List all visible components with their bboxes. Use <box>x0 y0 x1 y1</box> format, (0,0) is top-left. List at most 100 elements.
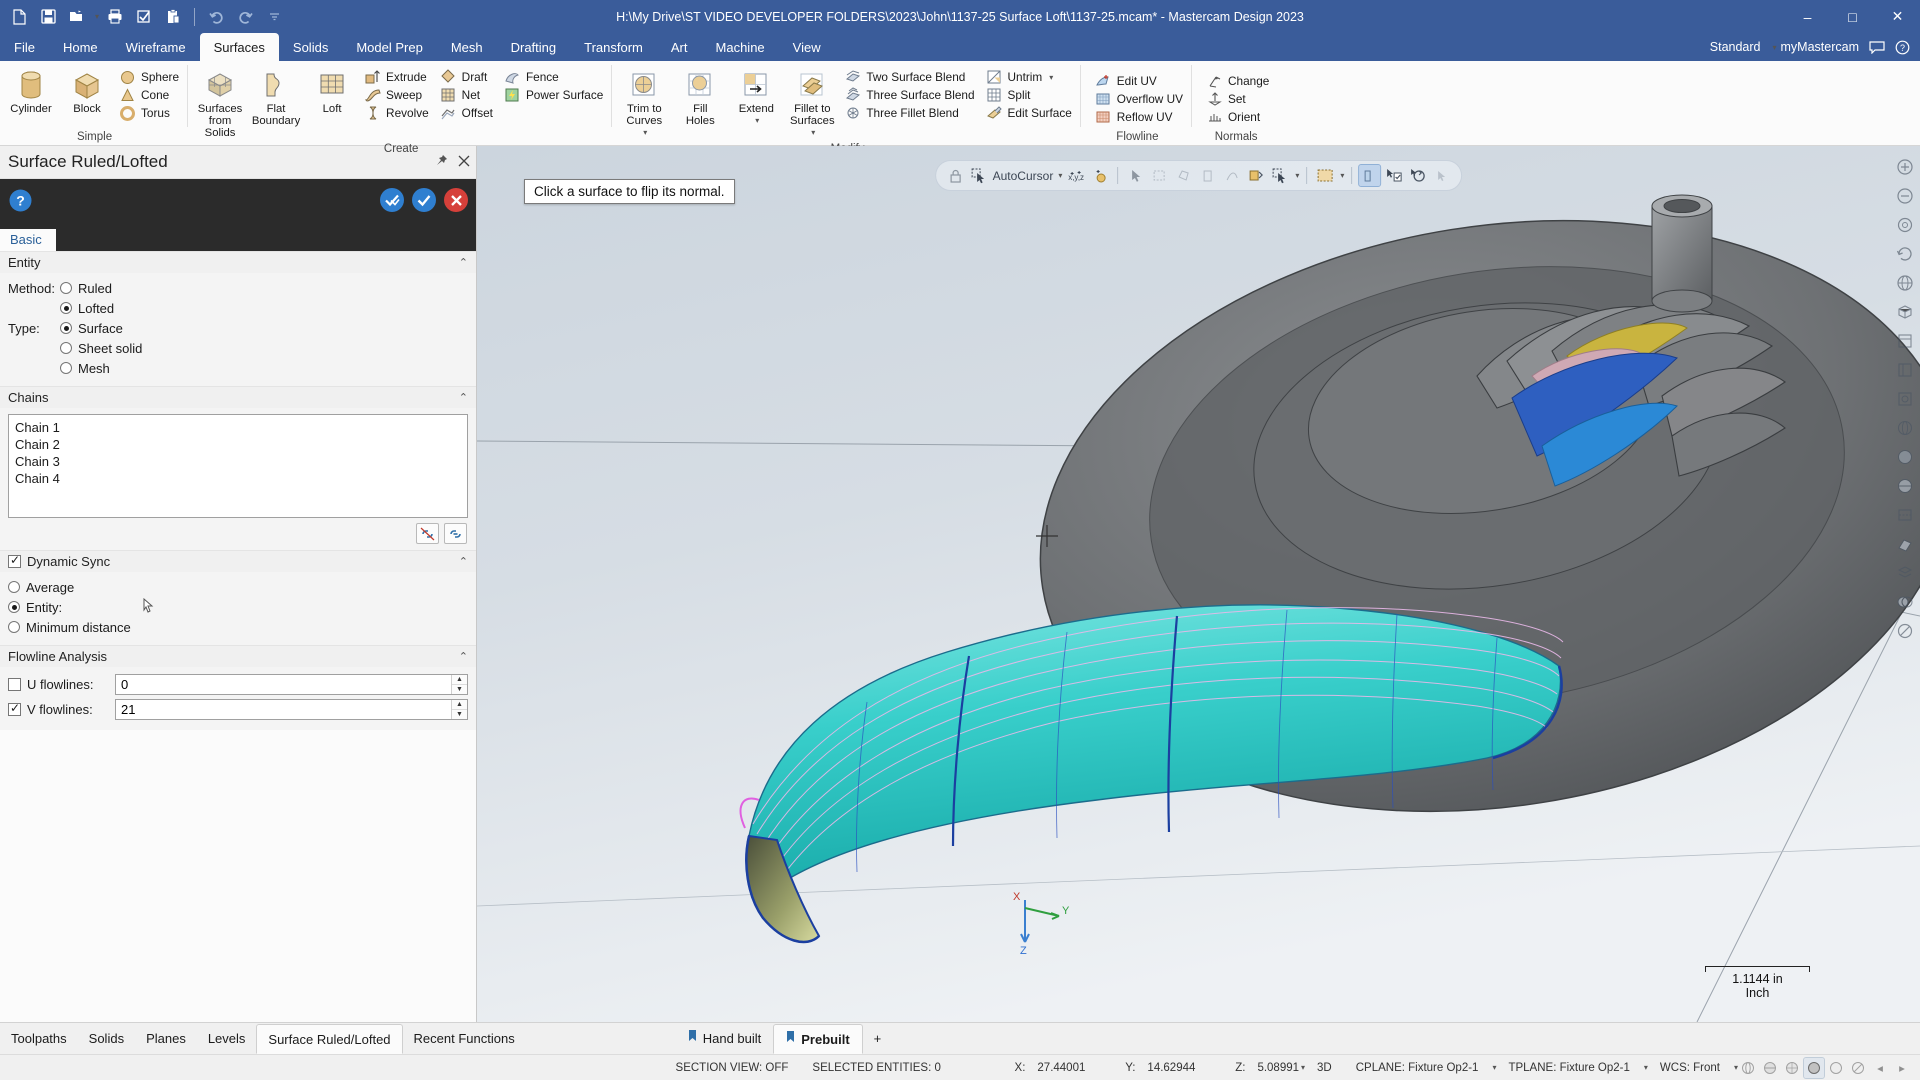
cylinder-button[interactable]: Cylinder <box>4 66 58 118</box>
u-flowlines-input[interactable] <box>116 675 451 694</box>
section-view-icon[interactable] <box>1892 531 1918 557</box>
chat-icon[interactable] <box>1869 40 1885 54</box>
bottom-tab-solids[interactable]: Solids <box>78 1023 135 1054</box>
shaded-icon[interactable] <box>1892 444 1918 470</box>
bottom-tab-toolpaths[interactable]: Toolpaths <box>0 1023 78 1054</box>
torus-button[interactable]: Torus <box>116 104 185 122</box>
bottom-tab-surface-ruled-lofted[interactable]: Surface Ruled/Lofted <box>256 1024 403 1054</box>
block-button[interactable]: Block <box>60 66 114 118</box>
fence-button[interactable]: Fence <box>501 68 609 86</box>
redo-icon[interactable] <box>232 4 258 30</box>
cancel-x-icon[interactable] <box>444 188 468 212</box>
close-button[interactable]: ✕ <box>1875 0 1920 33</box>
add-file-tab-button[interactable]: + <box>863 1023 893 1054</box>
tab-machine[interactable]: Machine <box>702 33 779 61</box>
quick-mask-icon[interactable] <box>1358 164 1382 187</box>
orient-normals-button[interactable]: Orient <box>1203 108 1275 126</box>
list-item[interactable]: Chain 3 <box>15 453 461 470</box>
v-flowlines-stepper[interactable]: ▲ ▼ <box>115 699 468 720</box>
two-surface-blend-button[interactable]: Two Surface Blend <box>841 68 980 86</box>
maximize-button[interactable]: □ <box>1830 0 1875 33</box>
fillet-to-surfaces-button[interactable]: Fillet to Surfaces ▾ <box>785 66 839 142</box>
v-flowlines-up-arrow[interactable]: ▲ <box>452 700 467 710</box>
tab-mesh[interactable]: Mesh <box>437 33 497 61</box>
list-item[interactable]: Chain 2 <box>15 436 461 453</box>
radio-entity[interactable] <box>8 601 20 613</box>
draft-button[interactable]: Draft <box>437 68 499 86</box>
status-nav-right[interactable]: ▸ <box>1892 1058 1912 1078</box>
dynamic-rotate-icon[interactable] <box>1892 241 1918 267</box>
file-tab-prebuilt[interactable]: Prebuilt <box>773 1024 863 1054</box>
radio-lofted[interactable] <box>60 302 72 314</box>
material-status-icon[interactable] <box>1803 1056 1825 1079</box>
blank-icon[interactable] <box>1892 618 1918 644</box>
paste-icon[interactable] <box>160 4 186 30</box>
radio-sheet-solid[interactable] <box>60 342 72 354</box>
cursor-pick-icon[interactable] <box>142 597 155 616</box>
tab-model-prep[interactable]: Model Prep <box>342 33 436 61</box>
point-snap-icon[interactable] <box>1089 165 1110 186</box>
list-item[interactable]: Chain 1 <box>15 419 461 436</box>
loft-button[interactable]: Loft <box>305 66 359 118</box>
save-icon[interactable] <box>35 4 61 30</box>
chevron-up-icon[interactable]: ⌃ <box>459 391 468 404</box>
xyz-coords-icon[interactable]: x,y,z <box>1065 165 1086 186</box>
help-icon[interactable]: ? <box>1895 40 1910 55</box>
chevron-up-icon[interactable]: ⌃ <box>459 650 468 663</box>
open-dropdown-caret-icon[interactable]: ▾ <box>95 12 99 21</box>
arrow-select-icon[interactable] <box>1125 165 1146 186</box>
panel-help-icon[interactable]: ? <box>8 188 33 216</box>
zoom-target-icon[interactable] <box>1892 212 1918 238</box>
power-surface-button[interactable]: Power Surface <box>501 86 609 104</box>
sweep-button[interactable]: Sweep <box>361 86 435 104</box>
radio-average[interactable] <box>8 581 20 593</box>
tab-solids[interactable]: Solids <box>279 33 342 61</box>
print-preview-icon[interactable] <box>131 4 157 30</box>
top-view-icon[interactable] <box>1892 328 1918 354</box>
status-tplane[interactable]: TPLANE: Fixture Op2-1 <box>1496 1062 1641 1074</box>
list-item[interactable]: Chain 4 <box>15 470 461 487</box>
split-button[interactable]: Split <box>983 86 1078 104</box>
tab-wireframe[interactable]: Wireframe <box>112 33 200 61</box>
reselect-chain-icon[interactable] <box>416 523 439 544</box>
entity-select-dropdown-icon[interactable]: ▾ <box>1295 171 1299 180</box>
marquee-select-icon[interactable] <box>1314 165 1335 186</box>
edit-uv-button[interactable]: Edit UV <box>1092 72 1189 90</box>
u-flowlines-down-arrow[interactable]: ▼ <box>452 685 467 694</box>
u-flowlines-up-arrow[interactable]: ▲ <box>452 675 467 685</box>
edit-surface-button[interactable]: Edit Surface <box>983 104 1078 122</box>
cone-button[interactable]: Cone <box>116 86 185 104</box>
fit-icon[interactable] <box>1892 154 1918 180</box>
checkbox-v-flowlines[interactable] <box>8 701 21 716</box>
graphics-viewport[interactable]: Click a surface to flip its normal. Auto… <box>477 146 1920 1022</box>
u-flowlines-stepper[interactable]: ▲ ▼ <box>115 674 468 695</box>
status-nav-left[interactable]: ◂ <box>1870 1058 1890 1078</box>
bottom-tab-recent-functions[interactable]: Recent Functions <box>403 1023 526 1054</box>
status-wcs[interactable]: WCS: Front <box>1648 1062 1732 1074</box>
undo-icon[interactable] <box>203 4 229 30</box>
new-file-icon[interactable] <box>6 4 32 30</box>
chevron-up-icon[interactable]: ⌃ <box>459 256 468 269</box>
unzoom-icon[interactable] <box>1892 183 1918 209</box>
tab-surfaces[interactable]: Surfaces <box>199 33 279 61</box>
marquee-dropdown-icon[interactable]: ▾ <box>1340 171 1344 180</box>
window-select-icon[interactable] <box>1149 165 1170 186</box>
tab-file[interactable]: File <box>0 33 49 61</box>
select-chain-icon[interactable] <box>444 523 467 544</box>
verify-select-icon[interactable] <box>1383 165 1404 186</box>
autocursor-icon[interactable] <box>969 165 990 186</box>
lock-icon[interactable] <box>945 165 966 186</box>
chain-list[interactable]: Chain 1 Chain 2 Chain 3 Chain 4 <box>8 414 468 518</box>
end-select-icon[interactable] <box>1431 165 1452 186</box>
extend-dropdown-icon[interactable]: ▾ <box>755 115 759 127</box>
refresh-select-icon[interactable] <box>1407 165 1428 186</box>
shaded-status-icon[interactable] <box>1760 1058 1780 1078</box>
three-surface-blend-button[interactable]: Three Surface Blend <box>841 86 980 104</box>
tab-home[interactable]: Home <box>49 33 112 61</box>
customize-qat-icon[interactable] <box>261 4 287 30</box>
set-normals-button[interactable]: Set <box>1203 90 1275 108</box>
radio-mesh[interactable] <box>60 362 72 374</box>
untrim-dropdown-icon[interactable]: ▾ <box>1049 73 1053 82</box>
tab-art[interactable]: Art <box>657 33 702 61</box>
extrude-button[interactable]: Extrude <box>361 68 435 86</box>
